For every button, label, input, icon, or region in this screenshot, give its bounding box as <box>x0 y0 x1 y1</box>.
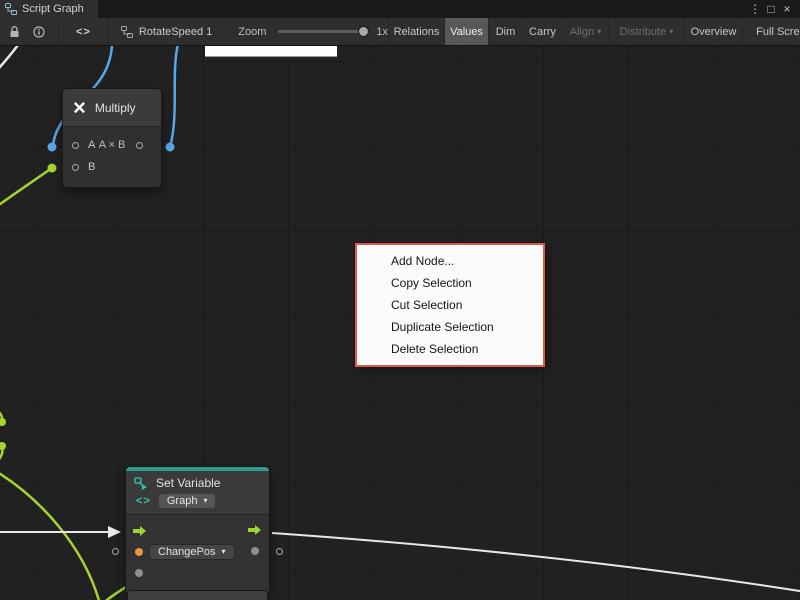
chevron-down-icon: ▾ <box>669 28 673 36</box>
graph-canvas[interactable]: × Multiply A A × B B <box>0 46 800 600</box>
overview-button[interactable]: Overview <box>684 18 742 45</box>
full-screen-button[interactable]: Full Screen <box>742 18 800 45</box>
port-output[interactable] <box>136 142 143 149</box>
menu-item-delete-selection[interactable]: Delete Selection <box>357 338 543 360</box>
external-output-ring[interactable] <box>276 548 283 555</box>
scope-dropdown-value: Graph <box>167 495 198 507</box>
lock-icon[interactable] <box>9 18 20 45</box>
output-label: A × B <box>83 139 141 151</box>
partial-node-below[interactable] <box>127 590 268 600</box>
flow-row <box>126 520 269 541</box>
info-icon[interactable] <box>33 18 45 45</box>
chevron-down-icon: ▾ <box>597 28 601 36</box>
tab-label: Script Graph <box>22 3 84 15</box>
script-graph-icon <box>5 3 17 15</box>
zoom-slider[interactable] <box>278 30 366 33</box>
title-bar: Script Graph ⋮ □ × <box>0 0 800 18</box>
set-variable-node[interactable]: Set Variable <> Graph ▾ <box>125 466 270 596</box>
scope-dropdown[interactable]: Graph ▾ <box>159 494 216 508</box>
dim-button[interactable]: Dim <box>488 18 522 45</box>
toolbar-buttons: Relations Values Dim Carry Align▾ Distri… <box>388 18 800 45</box>
set-variable-title: Set Variable <box>156 476 220 490</box>
menu-item-duplicate-selection[interactable]: Duplicate Selection <box>357 316 543 338</box>
port-b-input[interactable] <box>72 164 79 171</box>
flow-input-port[interactable] <box>133 526 147 536</box>
menu-item-add-node[interactable]: Add Node... <box>357 250 543 272</box>
zoom-value: 1x <box>376 26 388 38</box>
variable-row: ChangePos ▾ <box>126 541 269 562</box>
port-a-input[interactable] <box>72 142 79 149</box>
value-input-port[interactable] <box>135 569 143 577</box>
carry-button[interactable]: Carry <box>522 18 562 45</box>
port-b-label: B <box>88 161 95 173</box>
chevron-down-icon: ▾ <box>222 548 226 556</box>
window-menu-icon[interactable]: ⋮ <box>747 0 763 18</box>
tab-script-graph[interactable]: Script Graph <box>0 0 98 18</box>
graph-scope-icon: <> <box>136 495 151 507</box>
graph-toolbar: <> RotateSpeed 1 Zoom 1x Relations Value… <box>0 18 800 46</box>
window-controls: ⋮ □ × <box>747 0 800 18</box>
set-variable-header[interactable]: Set Variable <> Graph ▾ <box>126 471 269 515</box>
window-maximize-icon[interactable]: □ <box>763 0 779 18</box>
context-menu: Add Node... Copy Selection Cut Selection… <box>355 243 545 367</box>
external-input-ring[interactable] <box>112 548 119 555</box>
multiply-row-a: A A × B <box>63 134 161 156</box>
menu-item-copy-selection[interactable]: Copy Selection <box>357 272 543 294</box>
menu-item-cut-selection[interactable]: Cut Selection <box>357 294 543 316</box>
distribute-button[interactable]: Distribute▾ <box>608 18 684 45</box>
toolbar-left: <> RotateSpeed 1 Zoom 1x <box>0 18 388 45</box>
chevron-down-icon: ▾ <box>203 497 207 505</box>
white-node-bar[interactable] <box>205 46 337 57</box>
graph-breadcrumb[interactable]: RotateSpeed 1 <box>121 26 212 38</box>
values-button[interactable]: Values <box>444 18 488 45</box>
zoom-slider-knob[interactable] <box>358 26 369 37</box>
multiply-node-body: A A × B B <box>63 127 161 187</box>
set-variable-icon <box>134 477 148 490</box>
multiply-icon: × <box>73 97 86 119</box>
variable-dropdown[interactable]: ChangePos ▾ <box>149 544 235 560</box>
window-close-icon[interactable]: × <box>779 0 795 18</box>
align-button[interactable]: Align▾ <box>562 18 608 45</box>
graph-asset-icon <box>121 26 133 38</box>
multiply-node-header[interactable]: × Multiply <box>63 89 161 127</box>
relations-button[interactable]: Relations <box>388 18 444 45</box>
graph-name-label: RotateSpeed 1 <box>139 26 212 38</box>
unity-script-graph-window: { "ui": { "caret": "▾", "code_glyph": "<… <box>0 0 800 600</box>
value-row <box>126 562 269 583</box>
multiply-node[interactable]: × Multiply A A × B B <box>62 88 162 188</box>
multiply-row-b: B <box>63 156 161 178</box>
variable-output-port[interactable] <box>251 547 259 555</box>
flow-output-port[interactable] <box>248 525 262 535</box>
variable-dropdown-value: ChangePos <box>158 546 216 558</box>
code-preview-button[interactable]: <> <box>58 18 109 45</box>
multiply-node-title: Multiply <box>95 101 136 115</box>
variable-name-port[interactable] <box>135 548 143 556</box>
set-variable-body: ChangePos ▾ <box>126 515 269 595</box>
zoom-label: Zoom <box>238 26 266 38</box>
